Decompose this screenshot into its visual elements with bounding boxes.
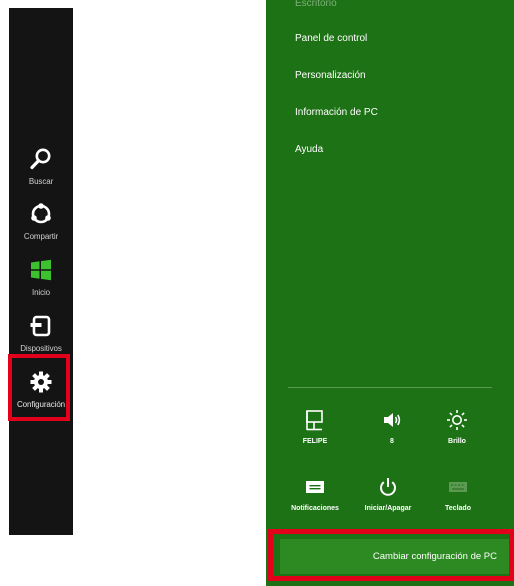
- change-pc-settings-button[interactable]: Cambiar configuración de PC: [280, 539, 509, 574]
- power-icon: [380, 478, 396, 496]
- divider: [288, 387, 492, 388]
- charm-label: Configuración: [16, 400, 66, 409]
- tile-network[interactable]: FELIPE: [280, 409, 350, 446]
- devices-icon: [30, 315, 51, 337]
- tile-notifications[interactable]: Notificaciones: [280, 476, 350, 513]
- charm-share[interactable]: Compartir: [9, 195, 73, 259]
- menu-item-control-panel[interactable]: Panel de control: [295, 32, 367, 46]
- charm-settings[interactable]: Configuración: [9, 363, 73, 427]
- search-icon: [30, 148, 51, 170]
- change-pc-settings-label: Cambiar configuración de PC: [372, 551, 497, 562]
- charms-bar: Buscar Compartir Inicio Dispositivos Con…: [9, 8, 73, 535]
- menu-item-pc-info[interactable]: Información de PC: [295, 106, 378, 120]
- menu-item-help[interactable]: Ayuda: [295, 143, 323, 157]
- tile-label: 8: [390, 438, 394, 445]
- tile-keyboard[interactable]: Teclado: [423, 476, 493, 513]
- charm-label: Dispositivos: [20, 344, 62, 353]
- tile-label: Notificaciones: [291, 505, 339, 512]
- tile-power[interactable]: Iniciar/Apagar: [353, 476, 423, 513]
- tile-brightness[interactable]: Brillo: [422, 409, 492, 446]
- windows-logo-icon: [31, 259, 51, 281]
- notifications-icon: [306, 481, 324, 493]
- share-icon: [31, 203, 51, 224]
- charm-label: Buscar: [28, 177, 54, 186]
- tile-volume[interactable]: 8: [357, 409, 427, 446]
- menu-item-desktop[interactable]: Escritorio: [295, 0, 337, 11]
- settings-pane: Escritorio Panel de control Personalizac…: [266, 0, 514, 586]
- charm-label: Inicio: [31, 288, 51, 297]
- tile-label: FELIPE: [302, 438, 328, 445]
- charm-start[interactable]: Inicio: [9, 251, 73, 315]
- network-icon: [306, 410, 323, 431]
- keyboard-icon: [449, 482, 467, 492]
- tile-label: Brillo: [448, 438, 466, 445]
- gear-icon: [30, 371, 52, 393]
- brightness-icon: [447, 410, 467, 430]
- tile-label: Iniciar/Apagar: [364, 505, 412, 512]
- charm-devices[interactable]: Dispositivos: [9, 307, 73, 371]
- charm-label: Compartir: [23, 232, 59, 241]
- volume-icon: [384, 413, 401, 427]
- tile-label: Teclado: [445, 505, 471, 512]
- menu-item-personalization[interactable]: Personalización: [295, 69, 366, 83]
